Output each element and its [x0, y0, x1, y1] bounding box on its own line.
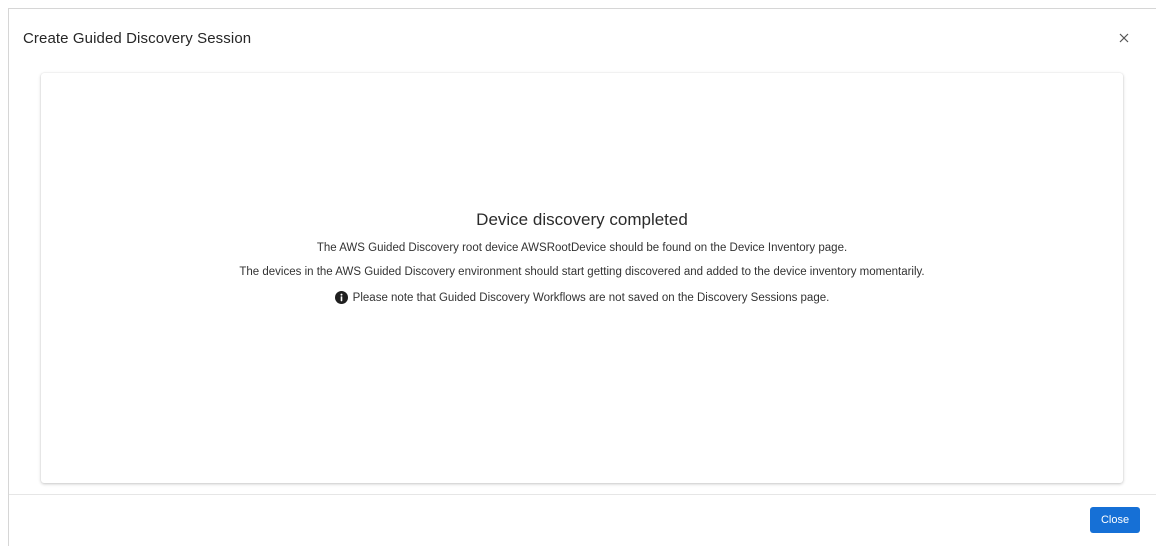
close-icon[interactable] — [1115, 29, 1133, 47]
completion-heading: Device discovery completed — [476, 210, 688, 229]
dialog-header: Create Guided Discovery Session — [9, 9, 1156, 63]
root-device-message: The AWS Guided Discovery root device AWS… — [316, 242, 848, 254]
guided-discovery-dialog: Create Guided Discovery Session Device d… — [8, 8, 1156, 546]
close-button[interactable]: Close — [1090, 507, 1140, 533]
workflow-note-text: Please note that Guided Discovery Workfl… — [352, 291, 830, 304]
info-icon — [334, 291, 348, 304]
discovery-progress-message: The devices in the AWS Guided Discovery … — [239, 266, 925, 278]
footer-divider — [9, 494, 1156, 495]
dialog-title: Create Guided Discovery Session — [23, 30, 252, 47]
workflow-note: Please note that Guided Discovery Workfl… — [41, 291, 1123, 304]
discovery-result-card: Device discovery completed The AWS Guide… — [41, 73, 1123, 483]
